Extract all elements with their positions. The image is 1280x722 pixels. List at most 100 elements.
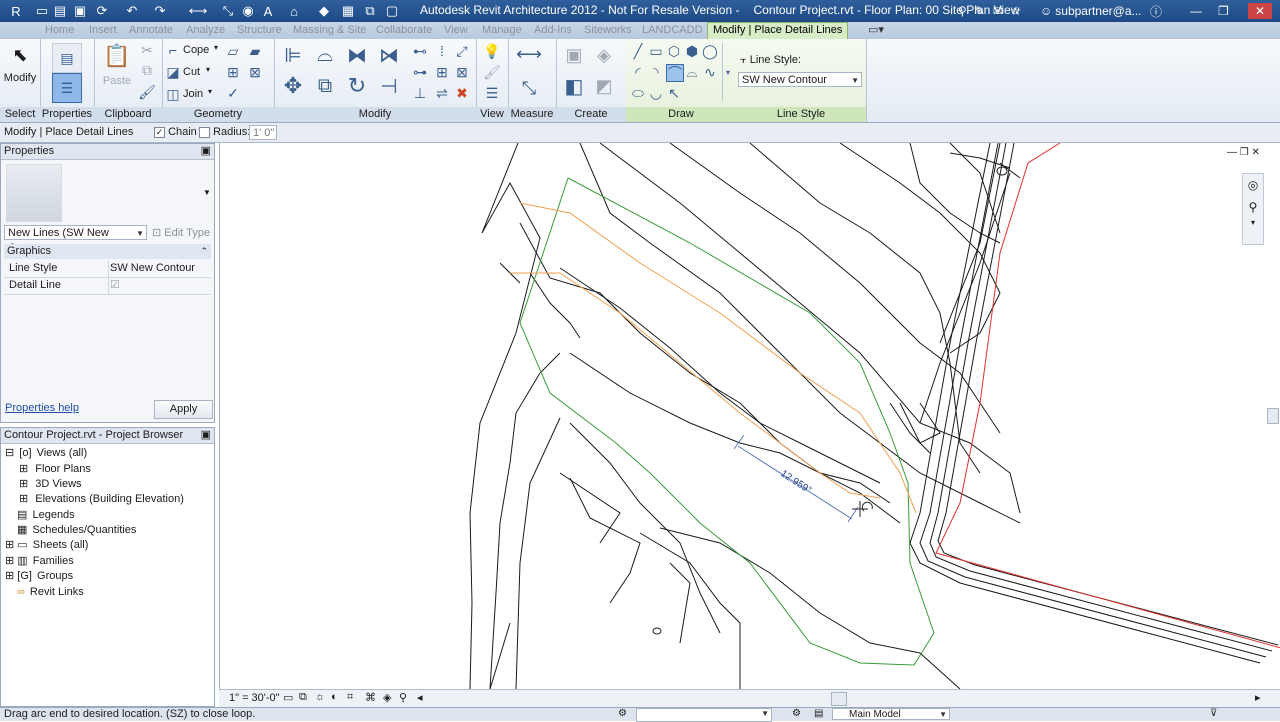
temp-hide-icon[interactable]: ◈ [383,691,391,704]
tab-collaborate[interactable]: Collaborate [376,23,432,38]
rectangle-draw-icon[interactable]: ▭ [648,43,664,59]
aligned-dimension-icon[interactable]: ⤡ [220,3,236,19]
switch-windows-icon[interactable]: ▢ [384,3,400,19]
chain-option[interactable]: ✓ Chain [154,126,197,138]
redo-icon[interactable]: ↷ [152,3,168,19]
align-icon[interactable]: ⊫ [280,43,306,67]
property-row[interactable]: Line Style SW New Contour [4,260,211,278]
tangent-end-arc-icon[interactable]: ⌒ [666,64,684,82]
create-assembly-icon[interactable]: ▣ [562,43,586,67]
type-properties-icon[interactable]: ▤ [52,43,82,73]
tree-item-sheets[interactable]: ⊞ ▭ Sheets (all) [5,538,88,553]
user-account[interactable]: ☺ subpartner@a... [1040,3,1142,19]
tab-insert[interactable]: Insert [89,23,117,38]
drawing-area[interactable]: 12.959° — ❐ ✕ ◎ ⚲ ▾ [219,143,1280,689]
wall-joins-icon[interactable]: ⊞ [224,64,242,80]
ribbon-minimize-icon[interactable]: ▭▾ [868,23,884,38]
thin-lines-icon[interactable]: ▦ [340,3,356,19]
tab-home[interactable]: Home [45,23,74,38]
properties-palette-icon[interactable]: ☰ [52,73,82,103]
copy-clipboard-icon[interactable]: ⧉ [140,62,154,78]
fillet-arc-icon[interactable]: ⌓ [684,64,700,80]
tab-landcadd[interactable]: LANDCADD [642,23,703,38]
favorites-icon[interactable]: ☆ [1011,4,1022,18]
create-group-icon[interactable]: ◧ [562,73,586,99]
restore-icon[interactable]: ❐ [1218,3,1229,19]
scroll-right-icon[interactable]: ▸ [1255,691,1261,704]
tab-structure[interactable]: Structure [237,23,282,38]
cope-button[interactable]: Cope [183,44,209,56]
copy-icon[interactable]: ⧉ [312,73,338,99]
tree-item-views-all[interactable]: ⊟ [o] Views (all) [5,446,87,461]
cut-clipboard-icon[interactable]: ✂ [140,42,154,58]
tree-item-schedules[interactable]: ▦ Schedules/Quantities [17,523,136,538]
design-option-dropdown[interactable]: Main Model ▼ [832,708,950,720]
extend-icon[interactable]: ⊠ [454,64,470,80]
tab-annotate[interactable]: Annotate [129,23,173,38]
tab-massing-site[interactable]: Massing & Site [293,23,366,38]
trim-extend-icon[interactable]: ⊣ [376,73,402,99]
zoom-dropdown-icon[interactable]: ▾ [1243,218,1263,227]
zoom-icon[interactable]: ⚲ [1243,200,1263,214]
palette-close-icon[interactable]: ▣ [201,428,211,443]
tab-manage[interactable]: Manage [482,23,522,38]
reveal-hidden-icon[interactable]: ⚲ [399,691,407,704]
aligned-dimension-tool-icon[interactable]: ⤡ [514,77,544,99]
text-icon[interactable]: A [260,3,276,19]
crop-view-icon[interactable]: ⌗ [347,691,353,704]
tree-item-groups[interactable]: ⊞ [G] Groups [5,569,73,584]
demolish-icon[interactable]: ⊠ [246,64,264,80]
close-hidden-icon[interactable]: ⧉ [362,3,378,19]
help-icon[interactable]: ⓘ [1150,3,1162,19]
measure-icon[interactable]: ⟷ [189,3,208,19]
mirror-pick-axis-icon[interactable]: ⧓ [344,43,370,67]
steering-wheel-icon[interactable]: ◎ [1243,178,1263,192]
show-crop-icon[interactable]: ⌘ [365,691,376,704]
circle-draw-icon[interactable]: ◯ [702,43,718,59]
minimize-view-icon[interactable]: — [1227,147,1237,158]
array-icon[interactable]: ⁞ [434,43,450,59]
design-options-icon[interactable]: ▤ [814,708,823,719]
line-draw-icon[interactable]: ╱ [630,43,646,59]
close-view-icon[interactable]: ✕ [1252,147,1260,158]
offset-icon[interactable]: ⌓ [312,43,338,67]
properties-help-link[interactable]: Properties help [5,402,79,414]
property-row[interactable]: Detail Line ☑ [4,277,211,295]
cut-dropdown-icon[interactable]: ▾ [206,65,210,74]
pin-icon[interactable]: ⇌ [434,85,450,101]
sync-icon[interactable]: ⟳ [94,3,110,19]
remove-paint-icon[interactable]: ✓ [224,85,242,101]
expand-toggle-icon[interactable]: ⊞ [19,463,28,475]
undo-icon[interactable]: ↶ [124,3,140,19]
paint-icon[interactable]: ▰ [246,43,264,59]
tree-item-legends[interactable]: ▤ Legends [17,508,75,523]
radius-field[interactable]: 1' 0" [249,125,277,140]
inscribed-polygon-icon[interactable]: ⬡ [666,43,682,59]
measure-between-icon[interactable]: ⟷ [514,44,544,64]
ellipse-icon[interactable]: ⬭ [630,85,646,101]
mirror-draw-axis-icon[interactable]: ⧒ [376,43,402,67]
tree-item-floor-plans[interactable]: ⊞ Floor Plans [19,462,91,477]
center-ends-arc-icon[interactable]: ◝ [648,64,664,80]
spline-icon[interactable]: ∿ [702,64,718,80]
draw-gallery-scroll-icon[interactable]: ▾ [722,43,733,101]
split-icon[interactable]: ⊷ [412,43,428,59]
tab-analyze[interactable]: Analyze [186,23,225,38]
editable-only-icon[interactable]: ⚙ [792,708,801,719]
palette-close-icon[interactable]: ▣ [201,144,211,159]
rotate-icon[interactable]: ↻ [344,73,370,99]
sun-path-icon[interactable]: ☼ [315,691,325,703]
horizontal-scrollbar-thumb[interactable] [831,692,847,706]
match-properties-icon[interactable]: 🖌 [138,84,156,100]
linework-icon[interactable]: ☰ [483,85,501,101]
cut-geometry-icon[interactable]: ◪ [166,64,180,80]
join-dropdown-icon[interactable]: ▾ [208,87,212,96]
cut-button[interactable]: Cut [183,66,200,78]
vertical-scrollbar-thumb[interactable] [1267,408,1279,424]
expand-toggle-icon[interactable]: ⊞ [5,555,14,567]
hide-isolate-icon[interactable]: 💡 [483,43,501,59]
tree-item-revit-links[interactable]: ∞ Revit Links [17,585,84,600]
radius-checkbox[interactable] [199,126,210,138]
binoculars-icon[interactable]: ⚲ [958,4,967,18]
create-similar-icon[interactable]: ◩ [592,73,616,99]
